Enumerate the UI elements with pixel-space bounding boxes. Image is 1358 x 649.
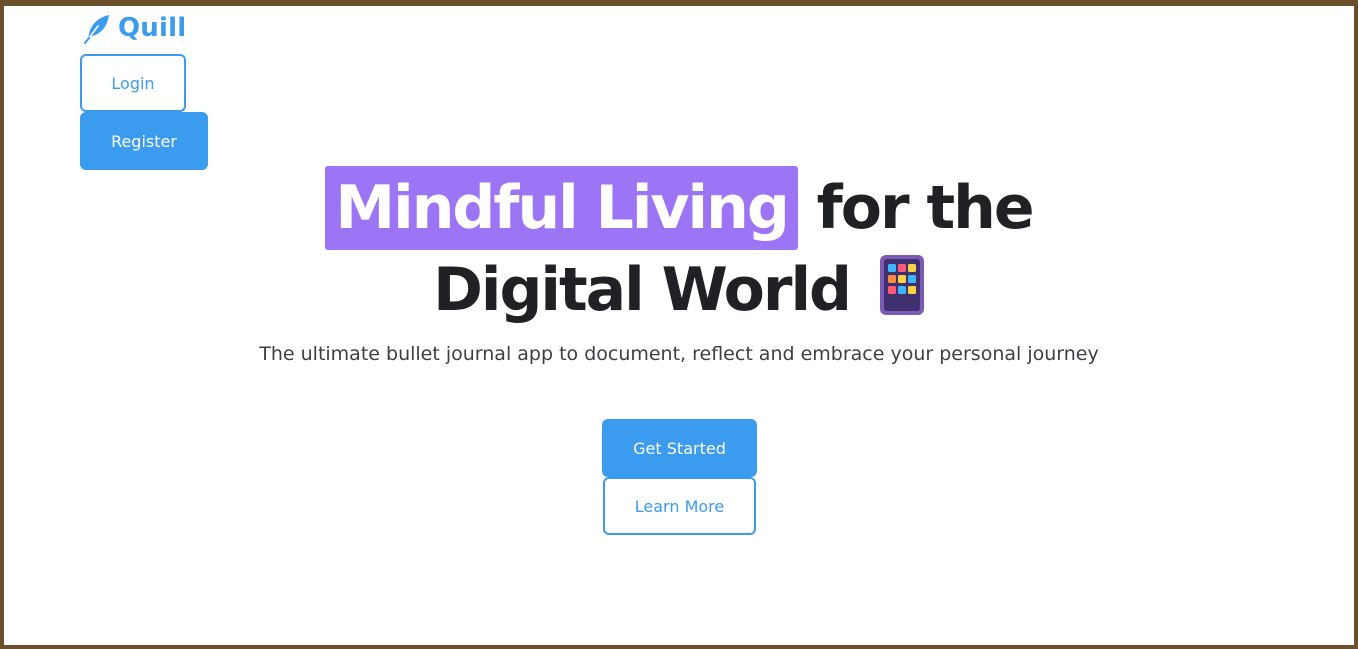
login-button[interactable]: Login: [80, 54, 186, 112]
hero-subtitle: The ultimate bullet journal app to docum…: [259, 343, 1099, 365]
hero-title: Mindful Living for the Digital World: [4, 166, 1354, 330]
hero-title-line-1: Mindful Living for the: [4, 166, 1354, 250]
feather-icon: [84, 15, 109, 44]
learn-more-button[interactable]: Learn More: [603, 477, 756, 535]
page: Quill Login Register Mindful Living for …: [4, 6, 1354, 645]
hero-title-second: Digital World: [433, 255, 852, 325]
brand-logo[interactable]: Quill: [82, 12, 186, 44]
get-started-button[interactable]: Get Started: [602, 419, 757, 477]
brand-name: Quill: [118, 13, 187, 43]
hero-title-line-2: Digital World: [4, 250, 1354, 330]
hero-title-highlight: Mindful Living: [325, 166, 798, 250]
register-button[interactable]: Register: [80, 112, 208, 170]
tablet-icon: [879, 255, 924, 315]
hero-title-rest: for the: [816, 173, 1035, 243]
